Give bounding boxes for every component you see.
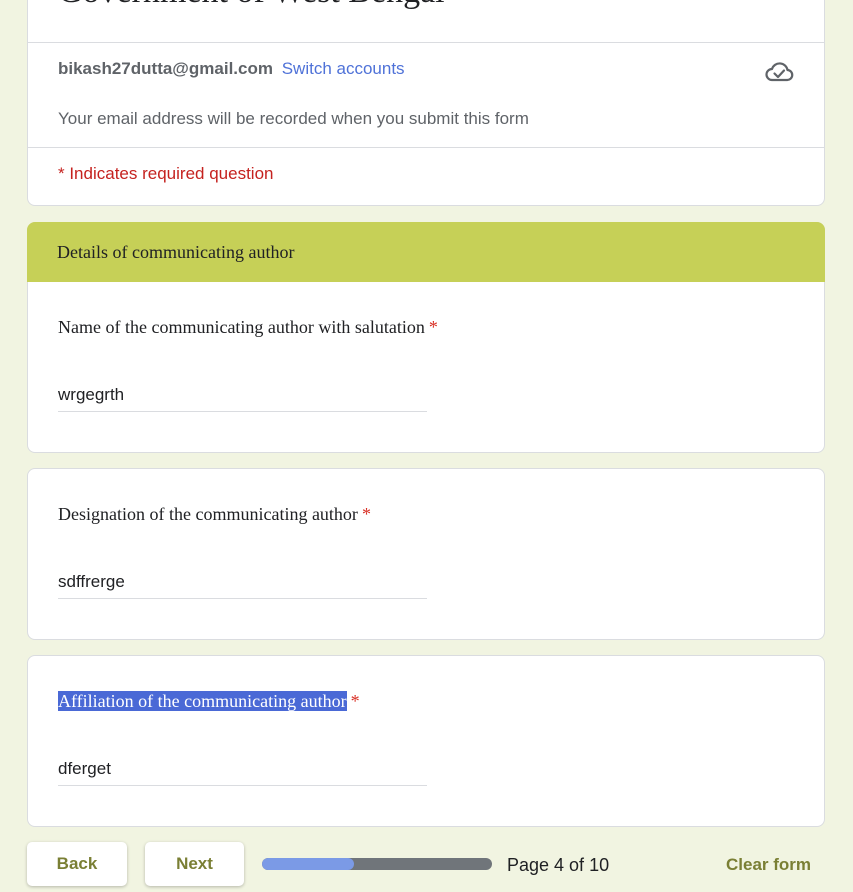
required-asterisk: *: [361, 504, 371, 524]
clear-form-button[interactable]: Clear form: [726, 855, 811, 875]
question-title: Affiliation of the communicating author *: [58, 691, 360, 712]
email-recorded-notice: Your email address will be recorded when…: [58, 109, 529, 128]
divider: [28, 42, 824, 43]
cloud-check-icon: [765, 62, 794, 82]
question-card: Designation of the communicating author *…: [27, 468, 825, 640]
question-label: Name of the communicating author with sa…: [58, 317, 425, 337]
switch-accounts-link[interactable]: Switch accounts: [282, 59, 405, 78]
required-asterisk: *: [350, 691, 360, 711]
question-card: Affiliation of the communicating author *…: [27, 655, 825, 827]
page-indicator: Page 4 of 10: [507, 855, 610, 875]
question-label: Designation of the communicating author: [58, 504, 358, 524]
account-email: bikash27dutta@gmail.com: [58, 59, 273, 78]
required-notice: * Indicates required question: [58, 164, 274, 183]
back-button[interactable]: Back: [27, 842, 127, 886]
affiliation-answer-input[interactable]: dferget: [58, 759, 427, 786]
question-title: Name of the communicating author with sa…: [58, 317, 438, 338]
name-answer-input[interactable]: wrgegrth: [58, 385, 427, 412]
required-asterisk: *: [428, 317, 438, 337]
progress-bar-fill: [262, 858, 354, 870]
section-title: Details of communicating author: [57, 242, 295, 262]
section-header: Details of communicating author: [27, 222, 825, 282]
next-button[interactable]: Next: [145, 842, 244, 886]
divider: [28, 147, 824, 148]
account-line: bikash27dutta@gmail.com Switch accounts: [58, 59, 405, 79]
progress-bar: [262, 858, 492, 870]
question-label: Affiliation of the communicating author: [58, 691, 347, 711]
section-card: Details of communicating author Name of …: [27, 222, 825, 453]
form-header-card: Government of West Bengal bikash27dutta@…: [27, 0, 825, 206]
designation-answer-input[interactable]: sdffrerge: [58, 572, 427, 599]
question-title: Designation of the communicating author *: [58, 504, 371, 525]
form-title: Government of West Bengal: [58, 0, 445, 11]
